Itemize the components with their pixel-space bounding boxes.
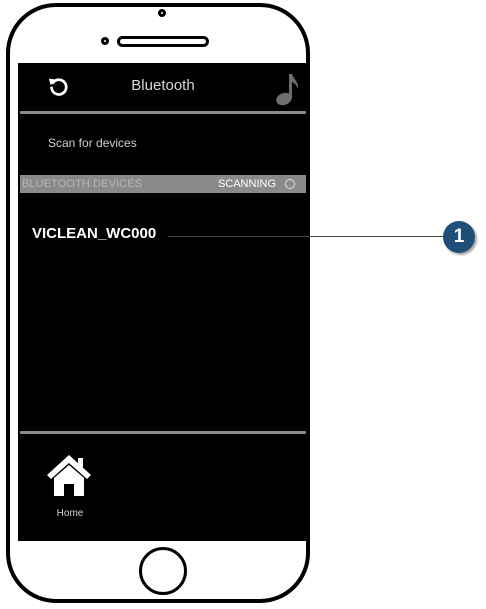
- home-icon: [47, 455, 91, 496]
- header-divider: [20, 111, 306, 114]
- scan-for-devices-button[interactable]: Scan for devices: [48, 136, 137, 150]
- nav-home-button[interactable]: Home: [40, 453, 100, 523]
- callout-number-badge: 1: [443, 221, 475, 253]
- app-screen: Bluetooth Scan for devices BLUETOOTH DEV…: [18, 63, 308, 541]
- device-list-item[interactable]: VICLEAN_WC000: [32, 225, 156, 242]
- callout-leader-line: [168, 236, 446, 237]
- section-title: BLUETOOTH DEVICES: [22, 178, 143, 190]
- earpiece-speaker: [117, 36, 209, 47]
- bluetooth-devices-section-header: BLUETOOTH DEVICES SCANNING: [20, 175, 306, 193]
- front-camera: [158, 9, 166, 17]
- scanning-status: SCANNING: [217, 178, 276, 190]
- home-label: Home: [56, 508, 84, 519]
- proximity-sensor: [101, 37, 109, 45]
- circle-outline-icon: [285, 179, 295, 189]
- app-header: Bluetooth: [18, 63, 308, 110]
- physical-home-button[interactable]: [139, 547, 187, 595]
- music-note-icon[interactable]: [274, 72, 300, 106]
- page-title: Bluetooth: [131, 77, 195, 94]
- footer-divider: [20, 431, 306, 434]
